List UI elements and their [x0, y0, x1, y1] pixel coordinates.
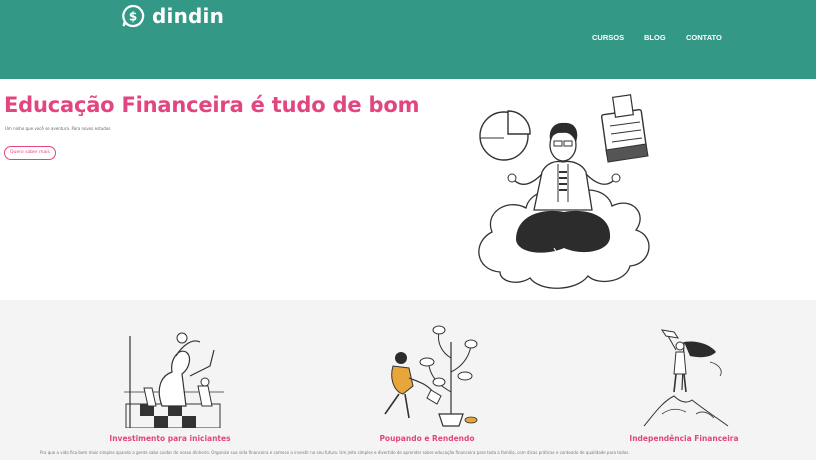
feature-title: Independência Financeira: [629, 434, 739, 443]
nav-item-contato[interactable]: CONTATO: [686, 33, 722, 42]
brand-name: dindin: [152, 4, 225, 28]
feature-title: Poupando e Rendendo: [379, 434, 475, 443]
money-plant-illustration: [384, 325, 478, 427]
meditating-person-illustration: [478, 94, 650, 289]
hero-section: Educação Financeira é tudo de bom Um nin…: [0, 79, 816, 300]
features-section: Investimento para iniciantes Poupando e …: [0, 300, 816, 460]
site-header: $ dindin CURSOS BLOG CONTATO: [0, 0, 816, 79]
feature-title: Investimento para iniciantes: [109, 434, 231, 443]
feature-savings[interactable]: Poupando e Rendendo: [291, 300, 563, 450]
hero-subtitle: Um ninho que você se aventura. Para novo…: [5, 126, 111, 131]
chess-knight-illustration: [124, 332, 224, 428]
brand-logo[interactable]: $ dindin: [121, 4, 224, 28]
learn-more-button[interactable]: Quero saber mais: [4, 146, 56, 160]
features-description: Pra que a vida fica bem mais simples qua…: [40, 450, 630, 455]
dollar-chat-icon: $: [122, 4, 145, 28]
flag-mountain-illustration: [643, 329, 729, 427]
feature-independence[interactable]: Independência Financeira: [548, 300, 816, 450]
feature-investment[interactable]: Investimento para iniciantes: [34, 300, 306, 450]
svg-text:$: $: [129, 10, 137, 24]
nav-item-blog[interactable]: BLOG: [644, 33, 666, 42]
nav-item-cursos[interactable]: CURSOS: [592, 33, 624, 42]
hero-title: Educação Financeira é tudo de bom: [4, 93, 420, 117]
